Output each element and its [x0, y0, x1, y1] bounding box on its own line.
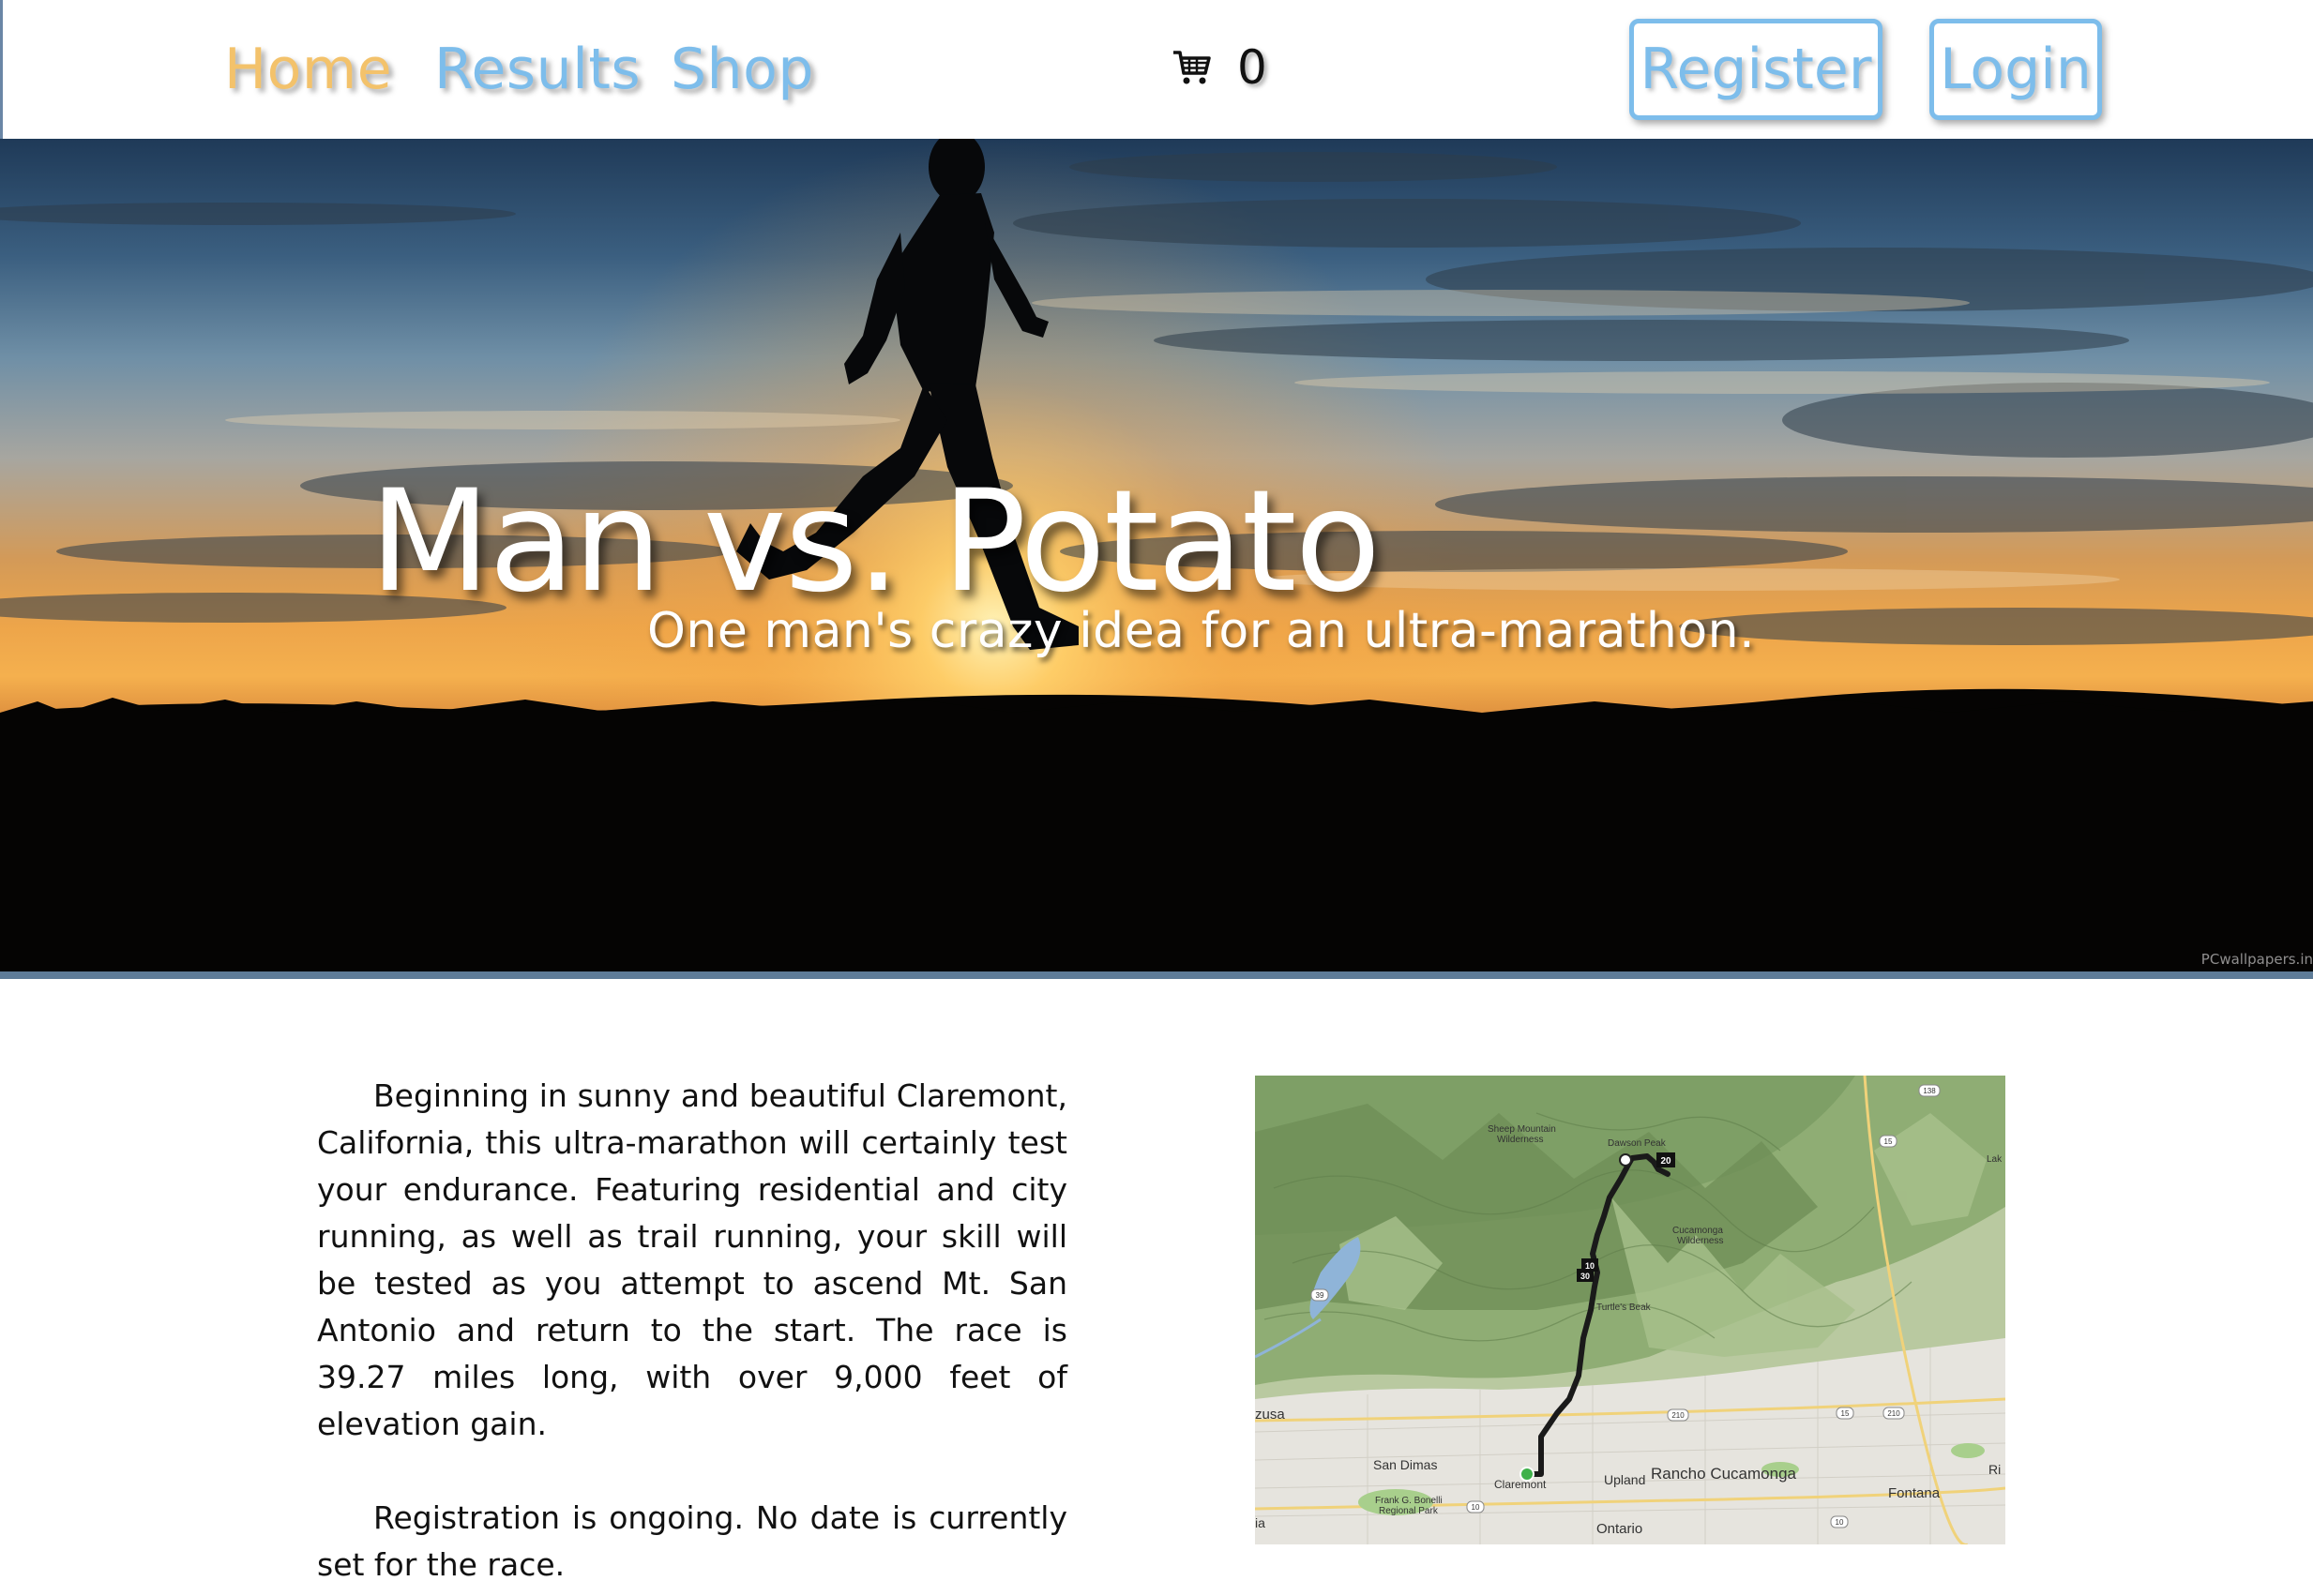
- highway-shield: 10: [1830, 1515, 1849, 1528]
- route-map: 20 10 30 138 39 15 210 210 15 10 10 Shee…: [1255, 1076, 2005, 1544]
- highway-shield: 138: [1918, 1084, 1941, 1097]
- cart-button[interactable]: 0: [1172, 38, 1267, 98]
- svg-text:15: 15: [1884, 1137, 1893, 1146]
- map-label: Wilderness: [1497, 1135, 1543, 1145]
- map-label: Cucamonga: [1672, 1226, 1723, 1236]
- svg-text:210: 210: [1887, 1409, 1900, 1418]
- map-label: Ri: [1988, 1462, 2001, 1477]
- image-watermark: PCwallpapers.in: [2200, 951, 2313, 968]
- map-label: Turtle's Beak: [1596, 1302, 1652, 1313]
- svg-text:10: 10: [1836, 1518, 1844, 1527]
- map-label: Rancho Cucamonga: [1651, 1465, 1797, 1483]
- nav-shop-link[interactable]: Shop: [671, 26, 814, 113]
- map-label: Fontana: [1888, 1485, 1941, 1501]
- mile-marker-30: 30: [1577, 1269, 1594, 1282]
- map-label: Wilderness: [1677, 1236, 1723, 1246]
- map-label: Sheep Mountain: [1488, 1124, 1556, 1135]
- highway-shield: 15: [1879, 1135, 1897, 1148]
- highway-shield: 10: [1466, 1500, 1485, 1513]
- route-map-image[interactable]: 20 10 30 138 39 15 210 210 15 10 10 Shee…: [1255, 1076, 2005, 1544]
- svg-text:138: 138: [1923, 1087, 1936, 1095]
- hero-subtitle: One man's crazy idea for an ultra-marath…: [647, 603, 1756, 659]
- race-description-paragraph: Beginning in sunny and beautiful Claremo…: [317, 1077, 1067, 1442]
- nav-results-link[interactable]: Results: [434, 26, 641, 113]
- map-label: Frank G. Bonelli: [1375, 1496, 1443, 1506]
- race-description: Beginning in sunny and beautiful Claremo…: [317, 1073, 1067, 1588]
- cart-icon: [1173, 51, 1211, 84]
- register-button[interactable]: Register: [1629, 19, 1882, 120]
- map-label: Claremont: [1494, 1478, 1547, 1491]
- svg-text:15: 15: [1841, 1409, 1850, 1418]
- login-button[interactable]: Login: [1929, 19, 2102, 120]
- svg-text:210: 210: [1671, 1411, 1685, 1420]
- svg-text:30: 30: [1580, 1272, 1590, 1281]
- registration-paragraph: Registration is ongoing. No date is curr…: [317, 1499, 1067, 1583]
- navbar: Home Results Shop 0 Register Login: [0, 0, 2313, 139]
- highway-shield: 39: [1310, 1288, 1329, 1302]
- nav-home-link[interactable]: Home: [224, 26, 392, 113]
- svg-text:20: 20: [1660, 1156, 1671, 1167]
- highway-shield: 210: [1667, 1408, 1689, 1422]
- map-label: ia: [1255, 1515, 1265, 1530]
- svg-text:10: 10: [1472, 1503, 1480, 1512]
- map-label: zusa: [1255, 1407, 1285, 1423]
- map-label: Lak: [1987, 1154, 2003, 1165]
- mile-marker-20: 20: [1656, 1152, 1675, 1167]
- svg-text:39: 39: [1316, 1291, 1324, 1300]
- map-label: Dawson Peak: [1608, 1138, 1667, 1149]
- map-label: San Dimas: [1373, 1457, 1437, 1472]
- highway-shield: 210: [1882, 1407, 1905, 1420]
- race-info-section: Beginning in sunny and beautiful Claremo…: [0, 979, 2313, 1596]
- cart-count: 0: [1237, 40, 1267, 95]
- page: Home Results Shop 0 Register Login Man v…: [0, 0, 2313, 1596]
- map-label: Ontario: [1596, 1521, 1642, 1537]
- highway-shield: 15: [1836, 1407, 1854, 1420]
- hero-banner: Man vs. Potato One man's crazy idea for …: [0, 139, 2313, 979]
- map-label: Regional Park: [1379, 1506, 1439, 1516]
- map-label: Upland: [1604, 1472, 1645, 1487]
